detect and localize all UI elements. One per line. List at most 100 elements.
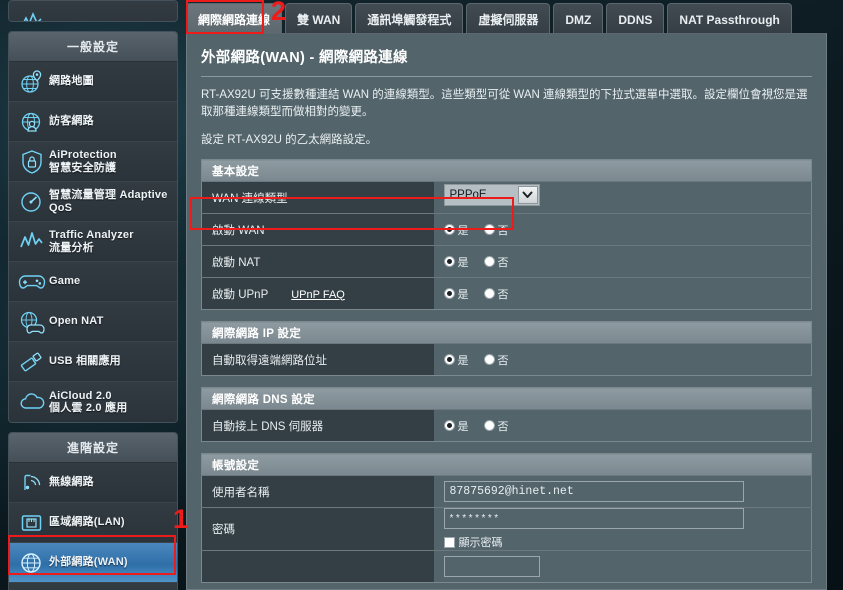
show-password-row: 顯示密碼 — [443, 534, 812, 550]
sidebar-item-usb-application[interactable]: USB 相關應用 — [9, 342, 177, 382]
auto-connect-dns-label: 自動接上 DNS 伺服器 — [201, 409, 434, 442]
tab-dual-wan[interactable]: 雙 WAN — [285, 3, 353, 36]
sidebar-item-traffic-analyzer[interactable]: Traffic Analyzer 流量分析 — [9, 222, 177, 262]
auto-connect-dns-radio-no[interactable] — [483, 420, 495, 431]
sidebar-item-game[interactable]: Game — [9, 262, 177, 302]
sidebar-item-adaptive-qos[interactable]: 智慧流量管理 Adaptive QoS — [9, 182, 177, 222]
auto-connect-dns-value-cell: 是 否 — [433, 409, 812, 442]
enable-nat-label: 啟動 NAT — [201, 245, 434, 278]
enable-wan-radio-yes[interactable] — [443, 224, 455, 235]
upnp-faq-link[interactable]: UPnP FAQ — [291, 289, 345, 301]
sidebar-item-label: 外部網路(WAN) — [49, 556, 128, 569]
sidebar-item-label: 網路地圖 — [49, 75, 94, 88]
section-wan-ip-settings: 網際網路 IP 設定 自動取得遠端網路位址 是 否 — [201, 321, 812, 376]
auto-connect-dns-no-label: 否 — [497, 420, 509, 433]
enable-wan-label: 啟動 WAN — [201, 213, 434, 246]
enable-nat-radio-yes[interactable] — [443, 256, 455, 267]
globe-pin-icon — [15, 67, 49, 97]
enable-nat-radio-no[interactable] — [483, 256, 495, 267]
sidebar-group-general: 一般設定 網路地圖 訪客網路 AiProtection 智慧安全防護 智慧流量管… — [8, 31, 178, 423]
usb-icon — [15, 347, 49, 377]
sidebar-item-label: 訪客網路 — [49, 115, 94, 128]
partial-next-label — [201, 550, 434, 583]
password-input[interactable] — [443, 508, 744, 529]
page-description: RT-AX92U 可支援數種連結 WAN 的連線類型。這些類型可從 WAN 連線… — [201, 89, 808, 118]
enable-nat-radio-group: 是 否 — [443, 254, 812, 270]
sidebar-item-partial-bottom[interactable] — [9, 583, 177, 590]
chevron-down-icon[interactable] — [517, 186, 538, 204]
wave-icon — [15, 227, 49, 257]
cloud-icon — [15, 387, 49, 417]
section-header-row: 基本設定 — [201, 159, 812, 182]
router-admin-page: 一般設定 網路地圖 訪客網路 AiProtection 智慧安全防護 智慧流量管… — [0, 0, 843, 590]
section-header-row: 帳號設定 — [201, 453, 812, 476]
section-account-header: 帳號設定 — [201, 453, 812, 476]
sidebar-group-general-header: 一般設定 — [9, 32, 177, 62]
enable-upnp-cell: 啟動 UPnP UPnP FAQ — [201, 277, 434, 310]
partial-next-input[interactable] — [443, 556, 540, 577]
row-auto-connect-dns: 自動接上 DNS 伺服器 是 否 — [201, 409, 812, 442]
sidebar-item-label: Game — [49, 275, 81, 288]
globe-gamepad-icon — [15, 307, 49, 337]
section-account-settings: 帳號設定 使用者名稱 密碼 顯示密碼 — [201, 453, 812, 583]
enable-wan-radio-no[interactable] — [483, 224, 495, 235]
sidebar-item-wireless[interactable]: 無線網路 — [9, 463, 177, 503]
row-username: 使用者名稱 — [201, 475, 812, 508]
sidebar-item-label: AiProtection 智慧安全防護 — [49, 149, 117, 174]
auto-get-wan-ip-yes-label: 是 — [457, 354, 469, 367]
sidebar-item-open-nat[interactable]: Open NAT — [9, 302, 177, 342]
sidebar-item-label: 智慧流量管理 Adaptive QoS — [49, 189, 168, 214]
tab-port-trigger[interactable]: 通訊埠觸發程式 — [355, 3, 464, 36]
section-header-row: 網際網路 IP 設定 — [201, 321, 812, 344]
section-wan-dns-header: 網際網路 DNS 設定 — [201, 387, 812, 410]
sidebar: 一般設定 網路地圖 訪客網路 AiProtection 智慧安全防護 智慧流量管… — [0, 0, 186, 590]
tab-dmz[interactable]: DMZ — [553, 3, 604, 36]
sidebar-item-label: AiCloud 2.0 個人雲 2.0 應用 — [49, 389, 128, 415]
globe-wan-icon — [15, 548, 49, 578]
row-auto-get-wan-ip: 自動取得遠端網路位址 是 否 — [201, 343, 812, 376]
sidebar-item-aicloud[interactable]: AiCloud 2.0 個人雲 2.0 應用 — [9, 382, 177, 422]
password-value-cell: 顯示密碼 — [433, 507, 812, 551]
page-description-secondary: 設定 RT-AX92U 的乙太網路設定。 — [201, 134, 378, 146]
enable-nat-value-cell: 是 否 — [433, 245, 812, 278]
sidebar-item-network-map[interactable]: 網路地圖 — [9, 62, 177, 102]
enable-upnp-no-label: 否 — [497, 288, 509, 301]
sidebar-item-partial-top[interactable] — [9, 1, 177, 21]
section-header-row: 網際網路 DNS 設定 — [201, 387, 812, 410]
auto-connect-dns-radio-yes[interactable] — [443, 420, 455, 431]
main-panel: 外部網路(WAN) - 網際網路連線 RT-AX92U 可支援數種連結 WAN … — [186, 33, 827, 590]
shield-lock-icon — [15, 147, 49, 177]
sidebar-item-lan[interactable]: 區域網路(LAN) — [9, 503, 177, 543]
enable-upnp-radio-no[interactable] — [483, 288, 495, 299]
row-password: 密碼 顯示密碼 — [201, 507, 812, 551]
show-password-checkbox[interactable] — [443, 536, 455, 548]
sidebar-item-guest-network[interactable]: 訪客網路 — [9, 102, 177, 142]
sidebar-item-aiprotection[interactable]: AiProtection 智慧安全防護 — [9, 142, 177, 182]
username-value-cell — [433, 475, 812, 508]
username-input[interactable] — [443, 481, 744, 502]
row-enable-nat: 啟動 NAT 是 否 — [201, 245, 812, 278]
sidebar-item-wan[interactable]: 外部網路(WAN) — [9, 543, 177, 583]
gauge-icon — [15, 187, 49, 217]
sidebar-item-label: Open NAT — [49, 315, 104, 328]
enable-nat-yes-label: 是 — [457, 256, 469, 269]
gamepad-icon — [15, 267, 49, 297]
tab-ddns[interactable]: DDNS — [606, 3, 665, 36]
row-partial-next — [201, 550, 812, 583]
tab-nat-passthrough[interactable]: NAT Passthrough — [667, 3, 792, 36]
row-enable-upnp: 啟動 UPnP UPnP FAQ 是 否 — [201, 277, 812, 310]
auto-get-wan-ip-radio-no[interactable] — [483, 354, 495, 365]
tab-internet-connection[interactable]: 網際網路連線 — [186, 3, 283, 36]
show-password-label: 顯示密碼 — [458, 537, 503, 549]
enable-upnp-radio-group: 是 否 — [443, 286, 812, 302]
auto-get-wan-ip-radio-group: 是 否 — [443, 352, 812, 368]
section-wan-ip-header: 網際網路 IP 設定 — [201, 321, 812, 344]
enable-upnp-radio-yes[interactable] — [443, 288, 455, 299]
tab-virtual-server[interactable]: 虛擬伺服器 — [466, 3, 551, 36]
row-enable-wan: 啟動 WAN 是 否 — [201, 213, 812, 246]
auto-get-wan-ip-radio-yes[interactable] — [443, 354, 455, 365]
wan-connection-type-select[interactable]: PPPoE — [443, 184, 540, 206]
sidebar-group-advanced: 進階設定 無線網路 區域網路(LAN) 外部網路(WAN) — [8, 432, 178, 590]
section-basic-header: 基本設定 — [201, 159, 812, 182]
enable-upnp-yes-label: 是 — [457, 288, 469, 301]
